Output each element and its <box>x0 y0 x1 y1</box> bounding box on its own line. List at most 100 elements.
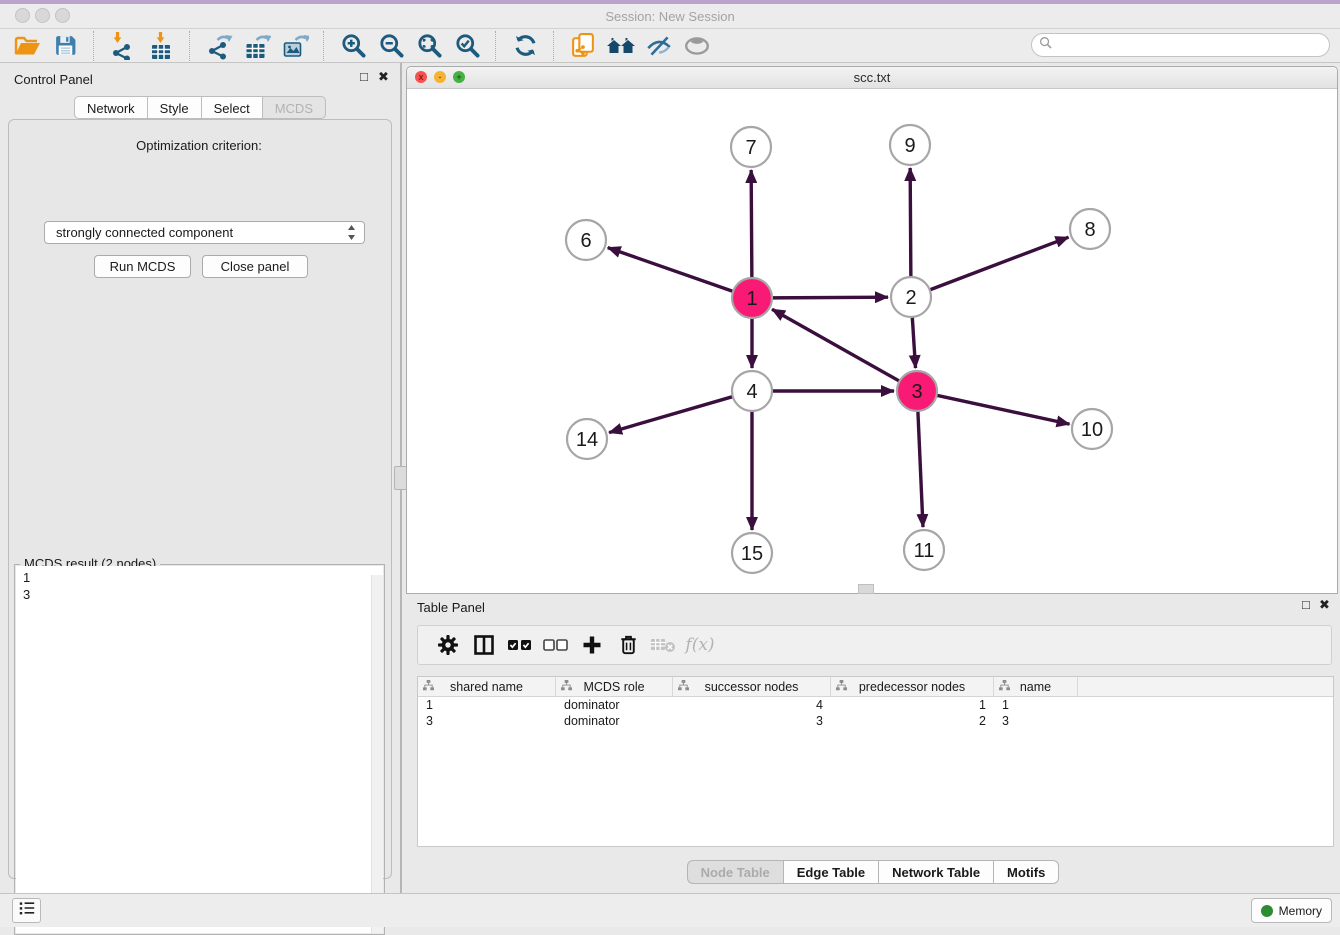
zoom-selected-icon[interactable] <box>450 31 484 61</box>
close-icon[interactable]: ✖ <box>1319 598 1330 612</box>
svg-text:14: 14 <box>576 429 598 451</box>
graph-node-4[interactable]: 4 <box>732 371 772 411</box>
tab-network-table[interactable]: Network Table <box>878 860 993 884</box>
import-network-icon[interactable] <box>106 31 140 61</box>
run-mcds-button[interactable]: Run MCDS <box>94 255 191 278</box>
duplicate-network-icon[interactable] <box>566 31 600 61</box>
graph-edge-2-3[interactable] <box>912 316 915 368</box>
float-icon[interactable]: □ <box>360 70 368 84</box>
svg-text:10: 10 <box>1081 419 1103 441</box>
graph-node-8[interactable]: 8 <box>1070 209 1110 249</box>
mcds-result-text[interactable]: 1 3 <box>16 566 383 933</box>
control-panel-tabs: NetworkStyleSelectMCDS <box>0 96 400 119</box>
graph-node-11[interactable]: 11 <box>904 530 944 570</box>
graph-edge-4-14[interactable] <box>609 396 734 432</box>
graph-edge-3-11[interactable] <box>918 410 923 527</box>
column-header-name[interactable]: name <box>994 677 1078 696</box>
svg-text:7: 7 <box>745 137 756 159</box>
sort-hierarchy-icon <box>423 680 434 694</box>
graph-node-9[interactable]: 9 <box>890 125 930 165</box>
graph-node-14[interactable]: 14 <box>567 419 607 459</box>
graph-edge-1-7[interactable] <box>751 170 752 279</box>
home-icon[interactable] <box>604 31 638 61</box>
table-cell[interactable]: 3 <box>673 714 831 728</box>
horizontal-splitter-handle[interactable] <box>858 584 874 594</box>
search-field[interactable] <box>1031 33 1330 57</box>
save-session-icon[interactable] <box>48 31 82 61</box>
graph-node-7[interactable]: 7 <box>731 127 771 167</box>
svg-text:1: 1 <box>746 288 757 310</box>
zoom-fit-icon[interactable] <box>412 31 446 61</box>
graph-node-6[interactable]: 6 <box>566 220 606 260</box>
close-panel-button[interactable]: Close panel <box>202 255 308 278</box>
graph-node-15[interactable]: 15 <box>732 533 772 573</box>
table-panel-title: Table Panel <box>417 600 485 615</box>
graph-node-10[interactable]: 10 <box>1072 409 1112 449</box>
sort-hierarchy-icon <box>561 680 572 694</box>
columns-icon[interactable] <box>466 630 502 660</box>
table-row[interactable]: 1dominator411 <box>418 697 1333 713</box>
export-table-icon[interactable] <box>240 31 274 61</box>
graph-edge-2-9[interactable] <box>910 168 911 278</box>
tab-select[interactable]: Select <box>201 96 262 119</box>
svg-text:8: 8 <box>1084 219 1095 241</box>
column-header-successor-nodes[interactable]: successor nodes <box>673 677 831 696</box>
hide-graphics-details-icon[interactable] <box>642 31 676 61</box>
search-input[interactable] <box>1056 35 1329 55</box>
table-cell[interactable]: 4 <box>673 698 831 712</box>
table-cell[interactable]: 3 <box>994 714 1078 728</box>
column-label: predecessor nodes <box>859 680 965 694</box>
result-scrollbar[interactable] <box>371 575 383 933</box>
column-header-shared-name[interactable]: shared name <box>418 677 556 696</box>
column-header-predecessor-nodes[interactable]: predecessor nodes <box>831 677 994 696</box>
graph-edge-3-1[interactable] <box>772 309 900 381</box>
table-cell[interactable]: dominator <box>556 714 673 728</box>
destroy-table-icon[interactable] <box>646 630 682 660</box>
graph-node-3[interactable]: 3 <box>897 371 937 411</box>
zoom-in-icon[interactable] <box>336 31 370 61</box>
memory-button[interactable]: Memory <box>1251 898 1332 923</box>
table-cell[interactable]: 1 <box>994 698 1078 712</box>
criterion-dropdown[interactable]: strongly connected component <box>44 221 365 244</box>
graph-edge-3-10[interactable] <box>936 395 1070 424</box>
tab-node-table[interactable]: Node Table <box>687 860 783 884</box>
float-icon[interactable]: □ <box>1302 598 1310 612</box>
graph-node-1[interactable]: 1 <box>732 278 772 318</box>
table-cell[interactable]: dominator <box>556 698 673 712</box>
tab-edge-table[interactable]: Edge Table <box>783 860 878 884</box>
zoom-out-icon[interactable] <box>374 31 408 61</box>
table-tabs: Node TableEdge TableNetwork TableMotifs <box>406 860 1340 884</box>
open-file-icon[interactable] <box>10 31 44 61</box>
show-graphics-details-icon[interactable] <box>680 31 714 61</box>
export-network-icon[interactable] <box>202 31 236 61</box>
graph-edge-2-8[interactable] <box>929 237 1069 290</box>
network-view-window: x-+ scc.txt 7968124314101511 <box>406 66 1338 594</box>
add-row-icon[interactable] <box>574 630 610 660</box>
table-cell[interactable]: 3 <box>418 714 556 728</box>
delete-row-icon[interactable] <box>610 630 646 660</box>
task-history-button[interactable] <box>12 898 41 923</box>
gear-icon[interactable] <box>430 630 466 660</box>
table-cell[interactable]: 1 <box>831 698 994 712</box>
graph-edge-1-2[interactable] <box>771 297 888 298</box>
graph-node-2[interactable]: 2 <box>891 277 931 317</box>
column-header-MCDS-role[interactable]: MCDS role <box>556 677 673 696</box>
deselect-all-icon[interactable] <box>538 630 574 660</box>
table-panel: Table Panel □ ✖ f(x) shared nameMCDS rol… <box>406 596 1340 893</box>
refresh-icon[interactable] <box>508 31 542 61</box>
select-all-icon[interactable] <box>502 630 538 660</box>
table-cell[interactable]: 1 <box>418 698 556 712</box>
close-icon[interactable]: ✖ <box>378 70 389 84</box>
table-row[interactable]: 3dominator323 <box>418 713 1333 729</box>
tab-style[interactable]: Style <box>147 96 201 119</box>
tab-network[interactable]: Network <box>74 96 147 119</box>
export-image-icon[interactable] <box>278 31 312 61</box>
table-cell[interactable]: 2 <box>831 714 994 728</box>
graph-edge-1-6[interactable] <box>608 248 734 292</box>
fx-icon[interactable]: f(x) <box>682 630 718 660</box>
network-canvas[interactable]: 7 9 6 8 1 2 4 3 14 10 15 11 <box>408 89 1336 592</box>
import-table-icon[interactable] <box>144 31 178 61</box>
tab-motifs[interactable]: Motifs <box>993 860 1059 884</box>
search-icon <box>1039 36 1052 54</box>
tab-mcds[interactable]: MCDS <box>262 96 326 119</box>
